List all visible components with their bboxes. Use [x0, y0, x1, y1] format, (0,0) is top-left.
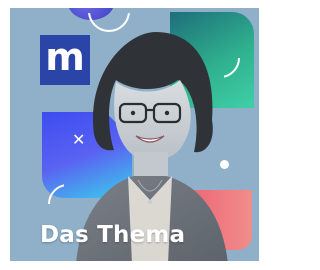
podcast-cover[interactable]: ✕ m Das Thema	[10, 8, 259, 261]
close-cross-icon: ✕	[72, 130, 86, 149]
brand-logo: m	[40, 35, 90, 85]
decorative-dot	[220, 160, 229, 169]
brand-logo-letter: m	[45, 35, 85, 79]
podcast-title: Das Thema	[40, 222, 186, 248]
